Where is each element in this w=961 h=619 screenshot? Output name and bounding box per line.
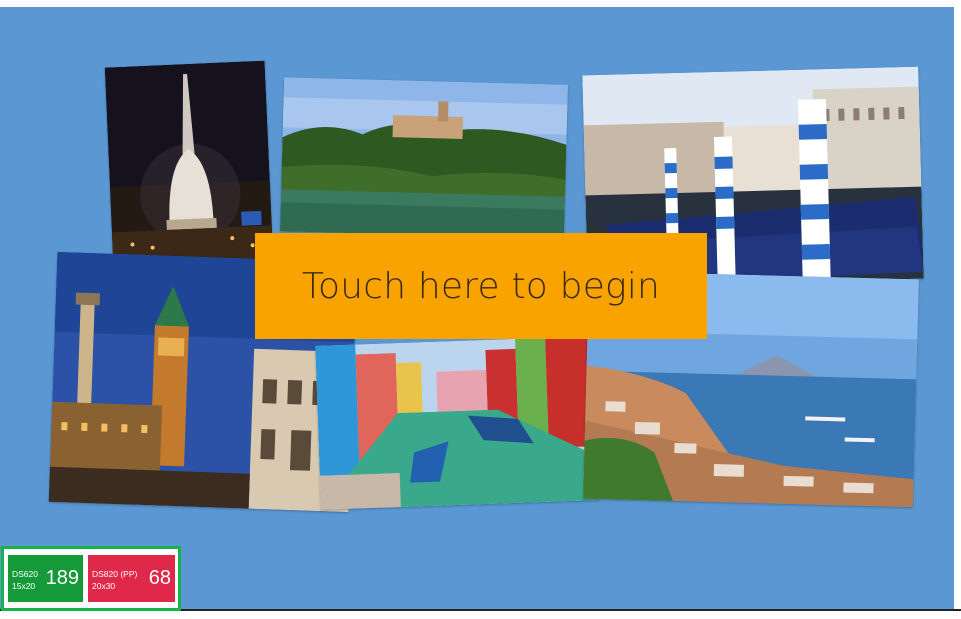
ds820-printer-label: DS820 (PP): [92, 569, 138, 579]
ds820-size-label: 20x30: [92, 581, 116, 591]
photo-hill-castle: [280, 77, 568, 239]
kiosk-stage[interactable]: Touch here to begin: [0, 7, 954, 610]
touch-to-begin-button[interactable]: Touch here to begin: [255, 233, 707, 339]
ds820-counter: DS820 (PP) 20x30 68: [88, 555, 175, 602]
right-edge: [954, 0, 961, 619]
ds620-count: 189: [45, 567, 79, 589]
photo-burano-canal: [315, 336, 599, 510]
ds820-count: 68: [148, 567, 171, 589]
photo-turin-night: [104, 60, 274, 268]
print-counters-panel: DS620 15x20 189 DS820 (PP) 20x30 68: [1, 546, 181, 611]
touch-to-begin-label: Touch here to begin: [301, 265, 661, 307]
ds620-printer-label: DS620: [12, 569, 38, 579]
ds620-counter: DS620 15x20 189: [8, 555, 83, 602]
ds620-size-label: 15x20: [12, 581, 36, 591]
